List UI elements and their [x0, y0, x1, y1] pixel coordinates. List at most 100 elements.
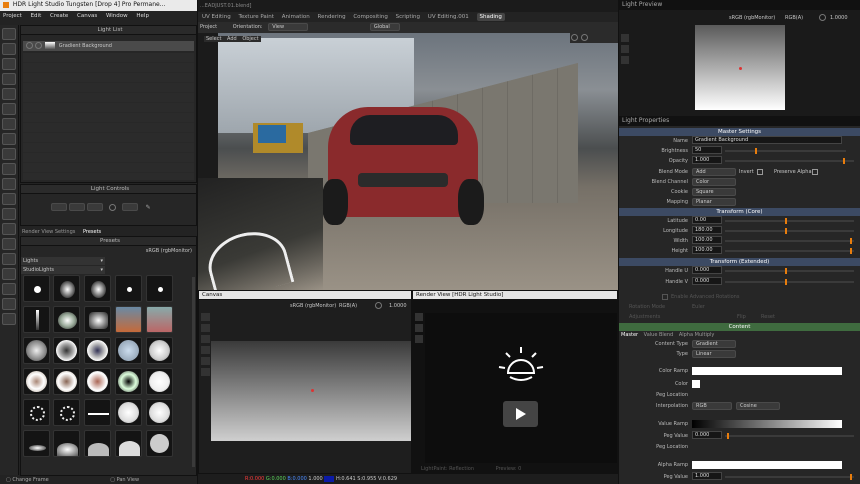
menu-object[interactable]: Object [242, 36, 258, 42]
preset-thumb[interactable] [23, 368, 50, 395]
control-rotate-button[interactable] [86, 203, 103, 211]
slider-handle[interactable] [785, 268, 787, 274]
handle-v-input[interactable]: 0.000 [692, 277, 722, 285]
presets-category-select[interactable]: Lights ▾ [21, 257, 105, 265]
preset-thumb[interactable] [23, 430, 50, 457]
canvas-tool-select[interactable] [201, 324, 210, 332]
tool-bar-3[interactable] [2, 163, 16, 175]
global-select[interactable]: Global [369, 22, 400, 31]
preview-channel[interactable]: RGB(A) [785, 13, 803, 23]
tool-extra[interactable] [2, 313, 16, 325]
tool-bar-4[interactable] [2, 178, 16, 190]
advanced-rotations-checkbox[interactable] [662, 294, 668, 300]
render-tool-2[interactable] [415, 324, 423, 332]
preview-tool-2[interactable] [621, 45, 629, 53]
render-preview-mode[interactable]: Preview: 0 [496, 466, 522, 472]
latitude-slider[interactable] [725, 218, 854, 224]
value-ramp-bar[interactable] [692, 420, 842, 428]
render-area[interactable] [425, 313, 617, 463]
solo-icon[interactable] [34, 42, 42, 49]
tool-brush-3[interactable] [2, 58, 16, 70]
control-pen-icon[interactable]: ✎ [146, 204, 151, 211]
tab-rendering[interactable]: Rendering [318, 14, 346, 20]
prop-brightness-input[interactable]: 50 [692, 146, 722, 154]
menu-project[interactable]: Project [3, 13, 22, 19]
transform-core-header[interactable]: Transform (Core) [619, 208, 860, 216]
preview-tool-1[interactable] [621, 34, 629, 42]
tool-brush-1[interactable] [2, 28, 16, 40]
tool-fill[interactable] [2, 73, 16, 85]
opacity-slider[interactable] [725, 158, 854, 164]
brightness-slider[interactable] [725, 148, 846, 154]
control-target-button[interactable] [121, 203, 138, 211]
tab-shading[interactable]: Shading [476, 13, 505, 21]
transform-extended-header[interactable]: Transform (Extended) [619, 258, 860, 266]
presets-subcategory-select[interactable]: StudioLights ▾ [21, 266, 105, 274]
canvas-colorspace[interactable]: sRGB (rgbMonitor) [290, 301, 336, 311]
slider-handle[interactable] [850, 474, 852, 480]
light-list-item[interactable]: Gradient Background [23, 41, 194, 51]
height-slider[interactable] [725, 248, 854, 254]
preset-thumb[interactable] [146, 337, 173, 364]
viewport-overlay-icon[interactable] [580, 34, 588, 41]
width-slider[interactable] [725, 238, 854, 244]
handle-u-slider[interactable] [725, 268, 854, 274]
menu-add[interactable]: Add [227, 36, 237, 42]
content-tab-master[interactable]: Master [621, 332, 638, 338]
play-button[interactable] [503, 401, 538, 427]
tool-paint[interactable] [2, 268, 16, 280]
width-input[interactable]: 100.00 [692, 236, 722, 244]
preset-thumb[interactable] [84, 306, 111, 333]
preset-thumb[interactable] [115, 306, 142, 333]
master-settings-header[interactable]: Master Settings [619, 128, 860, 136]
handle-v-slider[interactable] [725, 279, 854, 285]
exposure-icon[interactable] [819, 14, 826, 21]
render-lightpaint-mode[interactable]: LightPaint: Reflection [421, 466, 474, 472]
peg-value-2-slider[interactable] [725, 474, 854, 480]
preset-thumb[interactable] [53, 399, 80, 426]
slider-handle[interactable] [850, 248, 852, 254]
tool-eraser[interactable] [2, 88, 16, 100]
tab-scripting[interactable]: Scripting [396, 14, 420, 20]
preset-thumb[interactable] [115, 430, 142, 457]
peg-value-input[interactable]: 0.000 [692, 431, 722, 439]
preset-thumb[interactable] [146, 275, 173, 302]
tab-animation[interactable]: Animation [282, 14, 310, 20]
content-tab-alpha-multiply[interactable]: Alpha Multiply [679, 332, 715, 338]
color-ramp-bar[interactable] [692, 367, 842, 375]
prop-name-input[interactable]: Gradient Background [692, 136, 842, 144]
interpolation-select-2[interactable]: Cosine [736, 402, 780, 410]
exposure-icon[interactable] [375, 302, 382, 309]
preset-thumb[interactable] [146, 399, 173, 426]
slider-handle[interactable] [785, 218, 787, 224]
menu-create[interactable]: Create [50, 13, 68, 19]
tool-layers[interactable] [2, 298, 16, 310]
control-sphere-icon[interactable] [108, 203, 116, 211]
slider-handle[interactable] [755, 148, 757, 154]
light-preview-image[interactable] [695, 25, 785, 110]
preset-thumb[interactable] [53, 368, 80, 395]
preview-tool-3[interactable] [621, 56, 629, 64]
tool-bar-1[interactable] [2, 133, 16, 145]
preset-thumb[interactable] [53, 337, 80, 364]
content-header[interactable]: Content [619, 323, 860, 331]
preset-thumb[interactable] [115, 399, 142, 426]
interpolation-select-1[interactable]: RGB [692, 402, 732, 410]
tool-select[interactable] [2, 223, 16, 235]
slider-handle[interactable] [843, 158, 845, 164]
viewport-shading-icon[interactable] [571, 34, 578, 41]
slider-handle[interactable] [785, 279, 787, 285]
handle-u-input[interactable]: 0.000 [692, 266, 722, 274]
menu-edit[interactable]: Edit [31, 13, 42, 19]
menu-select[interactable]: Select [206, 36, 221, 42]
canvas-tool-reset[interactable] [201, 368, 210, 376]
presets-colorspace[interactable]: sRGB (rgbMonitor) [146, 248, 192, 254]
tab-texture-paint[interactable]: Texture Paint [238, 14, 274, 20]
canvas-channel[interactable]: RGB(A) [339, 301, 357, 311]
canvas-tool-brush[interactable] [201, 313, 210, 321]
preset-thumb[interactable] [23, 337, 50, 364]
render-tool-1[interactable] [415, 313, 423, 321]
longitude-slider[interactable] [725, 228, 854, 234]
preset-thumb[interactable] [84, 337, 111, 364]
tab-compositing[interactable]: Compositing [353, 14, 387, 20]
